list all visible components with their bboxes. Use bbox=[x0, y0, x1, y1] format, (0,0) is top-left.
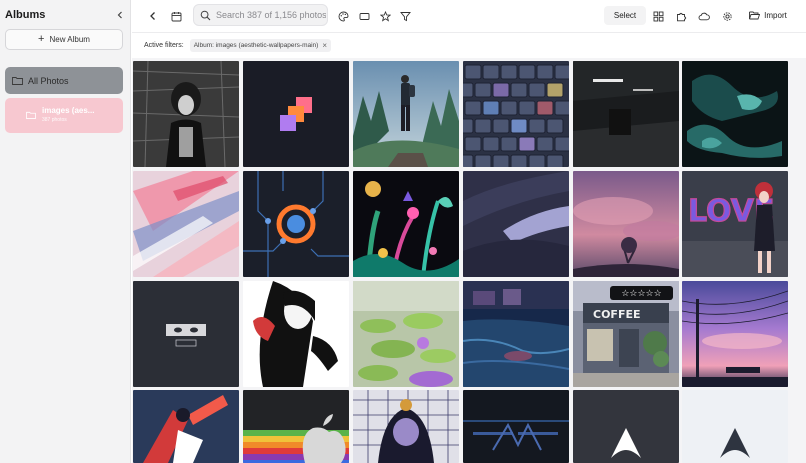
palette-icon[interactable] bbox=[335, 8, 351, 24]
select-button[interactable]: Select bbox=[604, 6, 646, 25]
photo-tile[interactable] bbox=[133, 171, 239, 277]
rating-stars[interactable]: ☆☆☆☆☆ bbox=[621, 288, 661, 299]
photo-tile[interactable] bbox=[353, 281, 459, 387]
album-text: images (aes... 387 photos bbox=[42, 106, 94, 123]
photo-tile[interactable] bbox=[682, 281, 788, 387]
plus-icon: + bbox=[38, 33, 45, 45]
sidebar: Albums + New Album All Photos images (ae… bbox=[0, 0, 131, 463]
puzzle-icon[interactable] bbox=[673, 8, 689, 24]
active-filters-bar: Active filters: Album: images (aesthetic… bbox=[132, 35, 806, 55]
settings-gear-icon[interactable] bbox=[719, 8, 735, 24]
album-name: All Photos bbox=[28, 75, 69, 86]
search-icon bbox=[200, 10, 211, 20]
photo-tile[interactable] bbox=[133, 390, 239, 463]
calendar-icon[interactable] bbox=[168, 8, 184, 24]
filter-icon[interactable] bbox=[397, 8, 413, 24]
photo-tile[interactable] bbox=[243, 171, 349, 277]
photo-tile[interactable] bbox=[243, 390, 349, 463]
folder-icon bbox=[26, 111, 36, 119]
import-label: Import bbox=[764, 11, 787, 20]
new-album-button[interactable]: + New Album bbox=[5, 29, 123, 50]
search-field[interactable] bbox=[193, 4, 328, 26]
folder-open-icon bbox=[749, 11, 761, 20]
sidebar-header: Albums bbox=[5, 6, 126, 24]
photo-tile[interactable] bbox=[463, 390, 569, 463]
remove-filter-icon[interactable]: × bbox=[322, 41, 327, 50]
photo-tile[interactable] bbox=[573, 61, 679, 167]
aspect-ratio-icon[interactable] bbox=[356, 8, 372, 24]
photo-tile[interactable] bbox=[573, 171, 679, 277]
star-icon[interactable] bbox=[377, 8, 393, 24]
grid-view-icon[interactable] bbox=[650, 8, 666, 24]
photo-tile[interactable] bbox=[243, 281, 349, 387]
folder-icon bbox=[12, 77, 23, 85]
album-filter-chip: Album: images (aesthetic-wallpapers-main… bbox=[189, 38, 331, 52]
cloud-icon[interactable] bbox=[696, 8, 712, 24]
photo-tile[interactable] bbox=[682, 61, 788, 167]
photo-tile[interactable] bbox=[133, 61, 239, 167]
new-album-label: New Album bbox=[49, 35, 90, 44]
album-photo-count: 387 photos bbox=[42, 117, 67, 123]
coffee-sign-text: COFFEE bbox=[593, 308, 640, 321]
photo-tile[interactable] bbox=[133, 281, 239, 387]
back-icon[interactable] bbox=[145, 8, 161, 24]
photo-tile[interactable] bbox=[353, 171, 459, 277]
toolbar: Select Import bbox=[132, 0, 806, 32]
photo-tile[interactable] bbox=[573, 390, 679, 463]
star-rating[interactable]: ☆☆☆☆☆ bbox=[610, 286, 673, 300]
sidebar-title: Albums bbox=[5, 9, 46, 21]
toolbar-divider bbox=[132, 32, 806, 33]
photo-tile[interactable] bbox=[243, 61, 349, 167]
photo-tile[interactable] bbox=[682, 390, 788, 463]
search-input[interactable] bbox=[216, 10, 326, 20]
filter-chip-text: Album: images (aesthetic-wallpapers-main… bbox=[193, 41, 319, 49]
photo-tile[interactable] bbox=[463, 171, 569, 277]
active-filters-label: Active filters: bbox=[144, 41, 184, 49]
album-name: images (aes... bbox=[42, 106, 95, 115]
photo-tile[interactable] bbox=[463, 281, 569, 387]
album-images[interactable]: images (aes... 387 photos bbox=[5, 98, 123, 133]
collapse-sidebar-icon[interactable] bbox=[114, 9, 126, 21]
album-all-photos[interactable]: All Photos bbox=[5, 67, 123, 94]
photo-tile[interactable] bbox=[353, 61, 459, 167]
photo-tile[interactable] bbox=[463, 61, 569, 167]
import-button[interactable]: Import bbox=[743, 6, 793, 25]
photo-tile[interactable] bbox=[353, 390, 459, 463]
photo-tile[interactable]: LOVE bbox=[682, 171, 788, 277]
